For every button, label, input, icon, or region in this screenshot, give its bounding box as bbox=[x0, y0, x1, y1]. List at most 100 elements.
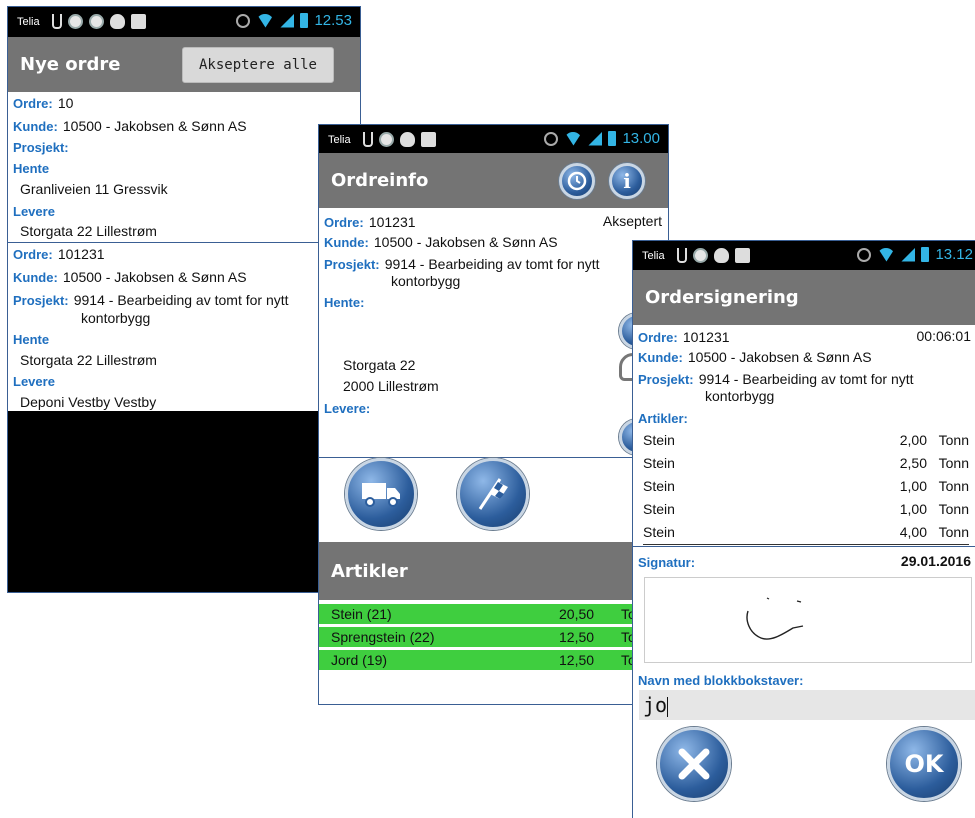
elapsed-timer: 00:06:01 bbox=[916, 328, 972, 344]
prosjekt-value: 9914 - Bearbeiding av tomt for nytt bbox=[384, 256, 600, 272]
article-qty: 1,00 bbox=[899, 501, 927, 517]
finish-button[interactable] bbox=[457, 458, 529, 530]
rotation-lock-icon bbox=[544, 131, 559, 146]
levere-value: Storgata 22 Lillestrøm bbox=[20, 223, 157, 239]
status-bar: Telia 12.53 bbox=[8, 7, 360, 37]
order-list-item[interactable]: Ordre: 101231 Kunde: 10500 - Jakobsen & … bbox=[8, 243, 360, 411]
article-qty: 4,00 bbox=[899, 524, 927, 540]
signature-pad[interactable] bbox=[644, 577, 972, 663]
rotation-lock-icon bbox=[857, 247, 872, 262]
article-unit: Tonn bbox=[938, 524, 969, 540]
ordre-label: Ordre: bbox=[638, 330, 678, 345]
status-badge: Akseptert bbox=[602, 213, 662, 229]
hente-label: Hente bbox=[13, 332, 50, 347]
article-qty: 20,50 bbox=[559, 606, 595, 622]
signal-icon bbox=[588, 131, 603, 146]
levere-label: Levere: bbox=[324, 401, 371, 416]
title-bar: Ordreinfo i bbox=[319, 153, 668, 208]
artikler-label: Artikler: bbox=[638, 411, 688, 426]
ordre-value: 10 bbox=[57, 95, 74, 111]
carrier-label: Telia bbox=[17, 16, 40, 28]
article-row[interactable]: Sprengstein (22) 12,50 To bbox=[319, 627, 668, 648]
ordre-label: Ordre: bbox=[324, 215, 364, 230]
kunde-value: 10500 - Jakobsen & Sønn AS bbox=[373, 234, 558, 250]
ordre-value: 101231 bbox=[57, 246, 105, 262]
name-input[interactable]: jo bbox=[639, 690, 975, 720]
accept-all-button[interactable]: Akseptere alle bbox=[182, 47, 334, 83]
address-line-1: Storgata 22 bbox=[343, 357, 416, 373]
order-list-item[interactable]: Ordre: 10 Kunde: 10500 - Jakobsen & Sønn… bbox=[8, 92, 360, 242]
kunde-label: Kunde: bbox=[13, 119, 58, 134]
usb-icon bbox=[52, 14, 62, 29]
rotation-lock-icon bbox=[236, 13, 251, 28]
ok-label: OK bbox=[904, 750, 944, 778]
name-input-value: jo bbox=[643, 693, 668, 717]
kunde-label: Kunde: bbox=[13, 270, 58, 285]
name-label: Navn med blokkbokstaver: bbox=[638, 673, 804, 688]
kunde-label: Kunde: bbox=[324, 235, 369, 250]
article-name: Stein bbox=[643, 524, 675, 540]
article-name: Stein bbox=[643, 455, 675, 471]
page-title: Ordersignering bbox=[645, 287, 799, 308]
phone-ordreinfo: Telia 13.00 Ordreinfo i Ordre: 101231 Ak… bbox=[318, 124, 669, 705]
kunde-label: Kunde: bbox=[638, 350, 683, 365]
shopping-bag-icon bbox=[131, 14, 146, 29]
history-button[interactable] bbox=[559, 163, 595, 199]
article-row: Stein 2,00 Tonn bbox=[643, 430, 969, 453]
prosjekt-label: Prosjekt: bbox=[324, 257, 380, 272]
article-qty: 2,50 bbox=[899, 455, 927, 471]
clock: 13.12 bbox=[935, 246, 973, 263]
article-name: Sprengstein (22) bbox=[331, 629, 435, 645]
prosjekt-value-cont: kontorbygg bbox=[81, 310, 151, 326]
prosjekt-label: Prosjekt: bbox=[13, 293, 69, 308]
app-icon bbox=[379, 132, 394, 147]
prosjekt-value: 9914 - Bearbeiding av tomt for nytt bbox=[698, 371, 914, 387]
text-cursor bbox=[667, 696, 669, 717]
articles-header: Artikler bbox=[319, 542, 668, 600]
article-name: Stein (21) bbox=[331, 606, 392, 622]
page-title: Nye ordre bbox=[20, 54, 121, 75]
cancel-button[interactable] bbox=[657, 727, 731, 801]
info-button[interactable]: i bbox=[609, 163, 645, 199]
article-row[interactable]: Stein (21) 20,50 To bbox=[319, 604, 668, 625]
clock: 13.00 bbox=[622, 130, 660, 147]
clock: 12.53 bbox=[314, 12, 352, 29]
article-row: Stein 1,00 Tonn bbox=[643, 476, 969, 499]
hente-label: Hente: bbox=[324, 295, 365, 310]
divider bbox=[633, 546, 975, 547]
article-unit: Tonn bbox=[938, 455, 969, 471]
ok-button[interactable]: OK bbox=[887, 727, 961, 801]
article-row: Stein 2,50 Tonn bbox=[643, 453, 969, 476]
article-unit: Tonn bbox=[938, 478, 969, 494]
wifi-icon bbox=[256, 13, 275, 28]
address-line-2: 2000 Lillestrøm bbox=[343, 378, 439, 394]
levere-label: Levere bbox=[13, 204, 55, 219]
hente-value: Storgata 22 Lillestrøm bbox=[20, 352, 157, 368]
articles-title: Artikler bbox=[331, 561, 408, 582]
signatur-label: Signatur: bbox=[638, 555, 696, 570]
levere-label: Levere bbox=[13, 374, 55, 389]
checkered-flag-icon bbox=[478, 478, 508, 510]
carrier-label: Telia bbox=[642, 250, 665, 262]
signal-icon bbox=[901, 247, 916, 262]
pickup-button[interactable] bbox=[345, 458, 417, 530]
android-icon bbox=[714, 248, 729, 263]
info-icon: i bbox=[623, 169, 631, 193]
carrier-label: Telia bbox=[328, 134, 351, 146]
hente-label: Hente bbox=[13, 161, 50, 176]
prosjekt-value-cont: kontorbygg bbox=[391, 273, 461, 289]
article-row[interactable]: Jord (19) 12,50 To bbox=[319, 650, 668, 671]
article-name: Jord (19) bbox=[331, 652, 388, 668]
ordre-label: Ordre: bbox=[13, 96, 53, 111]
article-name: Stein bbox=[643, 478, 675, 494]
article-row: Stein 4,00 Tonn bbox=[643, 522, 969, 545]
app-icon bbox=[89, 14, 104, 29]
battery-icon bbox=[608, 131, 617, 146]
shopping-bag-icon bbox=[735, 248, 750, 263]
signal-icon bbox=[280, 13, 295, 28]
title-bar: Nye ordre Akseptere alle bbox=[8, 37, 360, 92]
status-bar: Telia 13.12 bbox=[633, 241, 975, 271]
signature-drawing bbox=[746, 597, 804, 640]
ordre-value: 101231 bbox=[682, 329, 730, 345]
article-unit: Tonn bbox=[938, 501, 969, 517]
